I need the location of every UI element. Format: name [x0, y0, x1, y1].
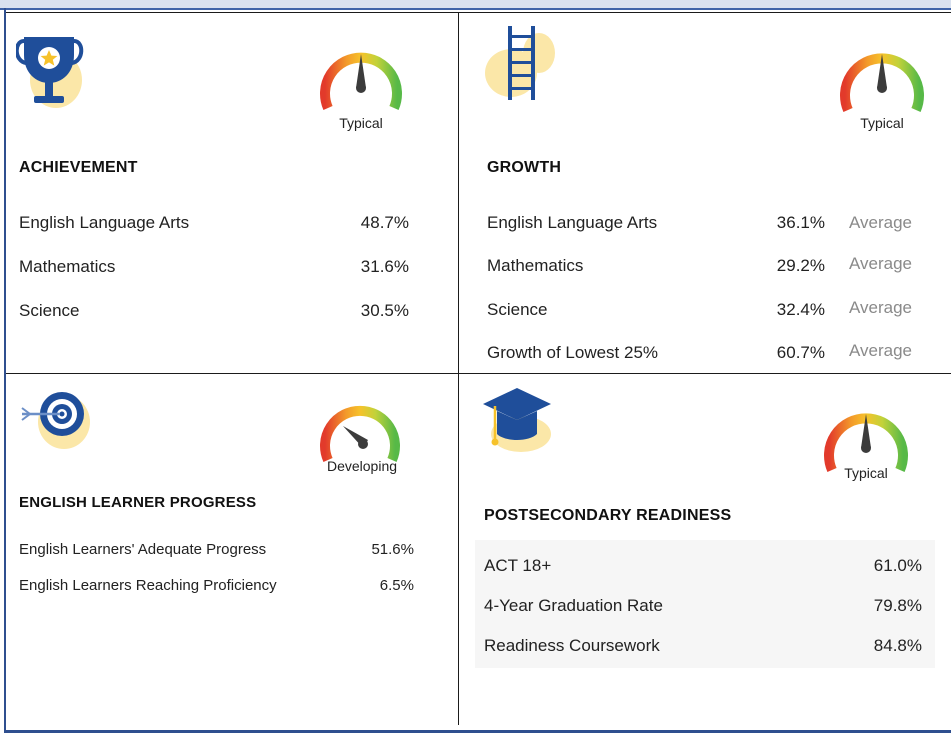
row-rating: Average: [849, 341, 913, 360]
achievement-gauge: [316, 30, 406, 120]
row-rating: Average: [849, 213, 913, 232]
row-rating: Average: [849, 254, 913, 273]
row-value: 84.8%: [873, 636, 922, 655]
row-value: 51.6%: [371, 541, 414, 558]
row-rating: Average: [849, 298, 913, 317]
table-row: Readiness Coursework 84.8%: [484, 636, 922, 660]
postsecondary-gauge-label: Typical: [844, 465, 888, 481]
table-row: Mathematics 31.6%: [19, 257, 409, 281]
row-label: Growth of Lowest 25%: [487, 343, 659, 362]
ladder-icon: [483, 23, 558, 113]
table-row: Science 32.4% Average: [487, 298, 927, 324]
row-label: Science: [19, 301, 80, 320]
row-value: 60.7%: [776, 343, 825, 362]
english-learner-panel: Developing ENGLISH LEARNER PROGRESS Engl…: [6, 374, 458, 726]
postsecondary-title: POSTSECONDARY READINESS: [484, 507, 732, 524]
table-row: ACT 18+ 61.0%: [484, 556, 922, 580]
row-label: Mathematics: [19, 257, 116, 276]
english-learner-gauge-label: Developing: [326, 458, 398, 474]
table-row: English Language Arts 48.7%: [19, 213, 409, 237]
table-row: English Language Arts 36.1% Average: [487, 213, 927, 237]
english-learner-title: ENGLISH LEARNER PROGRESS: [19, 494, 257, 511]
row-label: Mathematics: [487, 256, 584, 275]
growth-title: GROWTH: [487, 159, 562, 176]
row-value: 36.1%: [776, 213, 825, 232]
achievement-panel: Typical ACHIEVEMENT English Language Art…: [6, 13, 458, 373]
row-value: 31.6%: [360, 257, 409, 276]
row-label: English Learners Reaching Proficiency: [19, 577, 277, 594]
row-value: 32.4%: [776, 300, 825, 319]
row-label: English Language Arts: [487, 213, 658, 232]
table-row: English Learners' Adequate Progress 51.6…: [19, 541, 414, 565]
table-row: English Learners Reaching Proficiency 6.…: [19, 577, 414, 601]
achievement-title: ACHIEVEMENT: [19, 159, 138, 176]
row-value: 6.5%: [379, 577, 414, 594]
window-top-border: [0, 0, 951, 10]
table-row: Growth of Lowest 25% 60.7% Average: [487, 341, 927, 367]
growth-panel: Typical GROWTH English Language Arts 36.…: [459, 13, 951, 373]
row-label: ACT 18+: [484, 556, 552, 575]
table-row: 4-Year Graduation Rate 79.8%: [484, 596, 922, 620]
row-label: Readiness Coursework: [484, 636, 660, 655]
growth-gauge: [836, 30, 928, 120]
row-value: 79.8%: [873, 596, 922, 615]
row-value: 48.7%: [360, 213, 409, 232]
achievement-gauge-label: Typical: [339, 115, 383, 131]
row-value: 29.2%: [776, 256, 825, 275]
row-value: 30.5%: [360, 301, 409, 320]
row-label: Science: [487, 300, 548, 319]
table-row: Science 30.5%: [19, 301, 409, 325]
row-value: 61.0%: [873, 556, 922, 575]
row-label: English Learners' Adequate Progress: [19, 541, 267, 558]
row-label: English Language Arts: [19, 213, 190, 232]
postsecondary-panel: Typical POSTSECONDARY READINESS ACT 18+ …: [459, 374, 951, 726]
graduation-cap-icon: [481, 382, 561, 462]
table-row: Mathematics 29.2% Average: [487, 254, 927, 280]
row-label: 4-Year Graduation Rate: [484, 596, 663, 615]
window-bottom-border: [4, 730, 951, 733]
trophy-icon: [14, 25, 86, 115]
target-icon: [16, 380, 96, 455]
growth-gauge-label: Typical: [860, 115, 904, 131]
